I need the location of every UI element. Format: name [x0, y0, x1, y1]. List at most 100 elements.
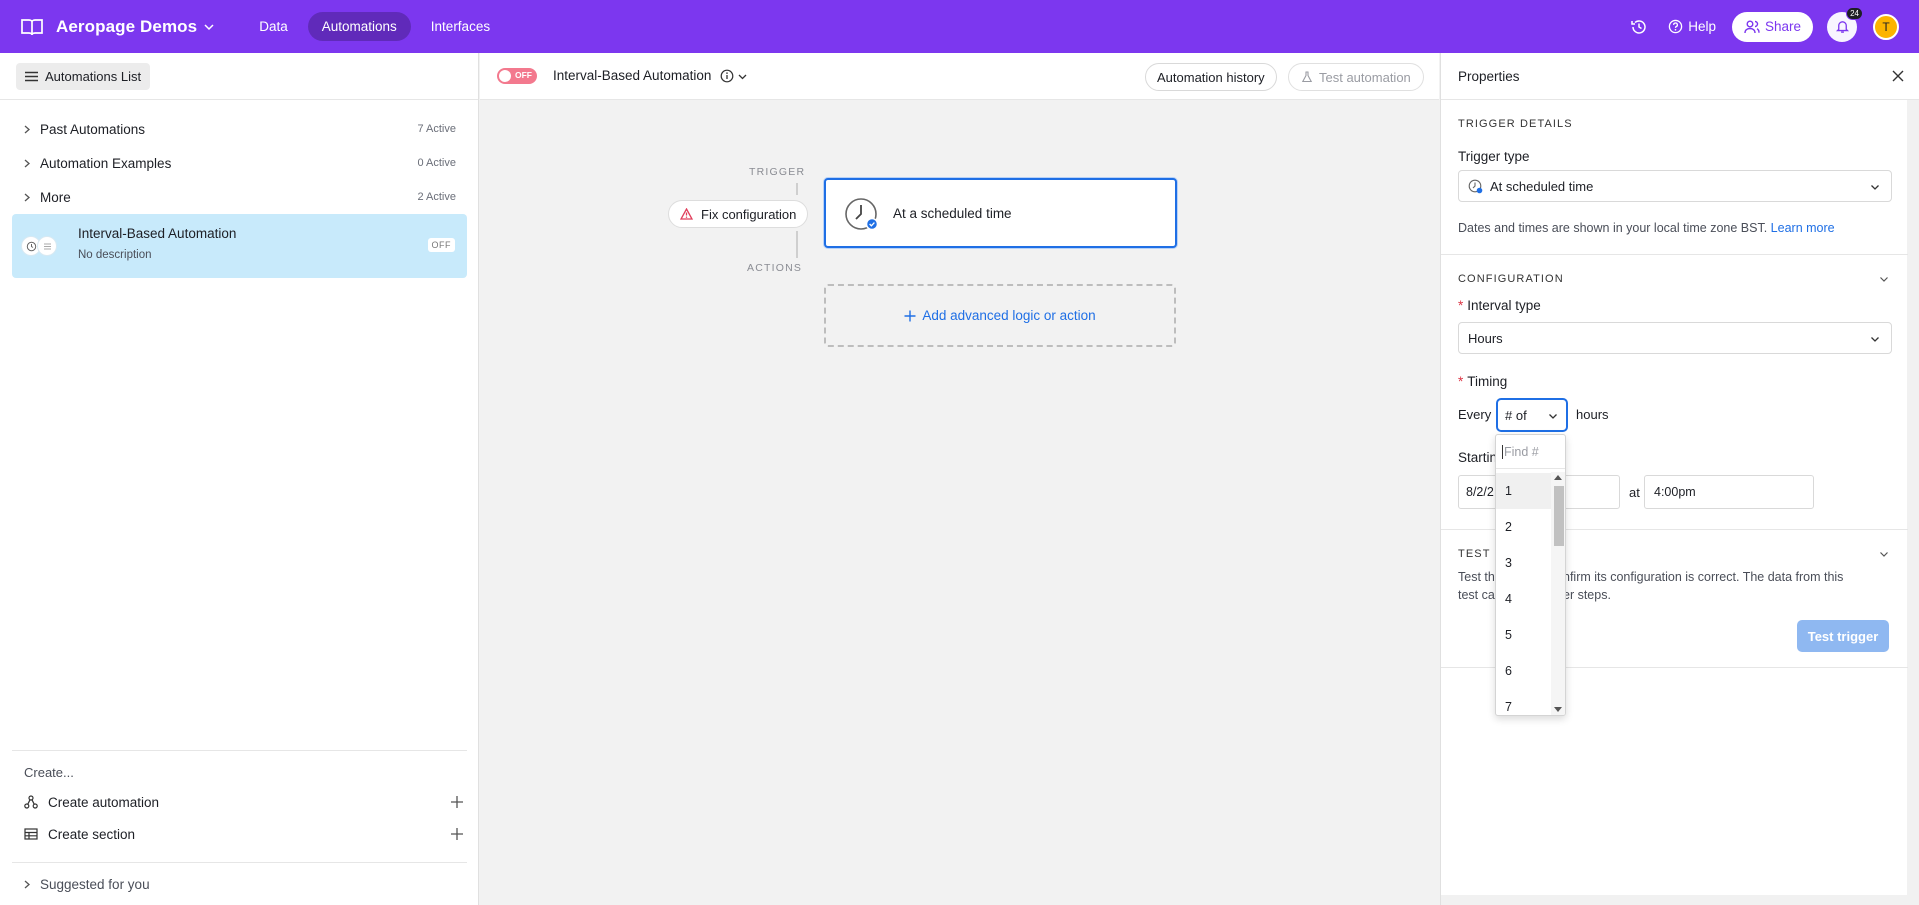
chevron-down-icon: [1549, 414, 1557, 419]
at-label: at: [1629, 485, 1640, 500]
fix-configuration-label: Fix configuration: [701, 206, 797, 222]
trigger-details-heading: TRIGGER DETAILS: [1458, 118, 1573, 130]
flow-connector: [796, 231, 798, 258]
top-right-actions: Help Share 24 T: [1630, 0, 1899, 53]
add-action-button[interactable]: Add advanced logic or action: [824, 284, 1176, 347]
trigger-type-value: At scheduled time: [1490, 178, 1594, 194]
table-icon: [24, 828, 38, 840]
section-more[interactable]: More 2 Active: [22, 184, 456, 210]
section-count: 7 Active: [417, 123, 456, 135]
create-section-label: Create section: [48, 826, 136, 842]
every-label: Every: [1458, 407, 1492, 422]
chevron-down-icon[interactable]: [1879, 549, 1889, 559]
automation-history-button[interactable]: Automation history: [1145, 63, 1277, 91]
configuration-heading: CONFIGURATION: [1458, 273, 1564, 285]
trigger-card[interactable]: At a scheduled time: [824, 178, 1177, 248]
interval-type-label-text: Interval type: [1467, 298, 1541, 313]
interval-type-select[interactable]: Hours: [1458, 322, 1892, 354]
create-automation-button[interactable]: Create automation: [24, 790, 464, 814]
suggested-for-you[interactable]: Suggested for you: [12, 862, 467, 905]
dropdown-search-placeholder: Find #: [1504, 444, 1539, 459]
dropdown-option[interactable]: 7: [1496, 689, 1552, 715]
clock-icon: [845, 198, 878, 231]
main-nav: Data Automations Interfaces: [245, 12, 510, 41]
vertical-scrollbar[interactable]: [1907, 100, 1919, 895]
tab-automations[interactable]: Automations: [307, 12, 411, 41]
chevron-down-icon[interactable]: [738, 72, 747, 81]
dropdown-option[interactable]: 2: [1496, 509, 1552, 545]
text-caret: [1502, 444, 1503, 459]
test-automation-label: Test automation: [1319, 69, 1411, 85]
horizontal-scrollbar[interactable]: [1441, 895, 1919, 905]
automation-icon: [24, 795, 38, 809]
toggle-knob: [499, 70, 511, 82]
scroll-up-icon[interactable]: [1554, 475, 1562, 480]
tab-data[interactable]: Data: [245, 12, 302, 41]
dropdown-option[interactable]: 4: [1496, 581, 1552, 617]
timezone-hint-text: Dates and times are shown in your local …: [1458, 221, 1768, 235]
interval-count-value: # of: [1505, 407, 1527, 423]
test-trigger-button[interactable]: Test trigger: [1797, 620, 1889, 652]
create-area: Create... Create automation Create secti…: [12, 750, 467, 842]
automation-step-icons: [21, 236, 57, 256]
toggle-label: OFF: [515, 70, 532, 80]
dropdown-option[interactable]: 3: [1496, 545, 1552, 581]
share-button[interactable]: Share: [1731, 11, 1813, 42]
automations-sidebar: Automations List Past Automations 7 Acti…: [0, 53, 479, 905]
trigger-type-select[interactable]: At scheduled time: [1458, 170, 1892, 202]
test-desc-part: test ca: [1458, 588, 1495, 602]
section-label: Past Automations: [40, 121, 146, 137]
help-button[interactable]: Help: [1668, 19, 1716, 34]
automation-item-selected[interactable]: Interval-Based Automation No description…: [12, 214, 467, 278]
notifications-button[interactable]: 24: [1827, 6, 1863, 42]
plus-icon: [904, 310, 916, 321]
plus-icon: [451, 828, 463, 840]
create-section-button[interactable]: Create section: [24, 822, 464, 846]
chevron-down-icon: [1871, 337, 1879, 342]
learn-more-link[interactable]: Learn more: [1771, 221, 1835, 235]
share-label: Share: [1764, 19, 1801, 34]
clock-icon: [1468, 179, 1483, 193]
automation-name[interactable]: Interval-Based Automation: [553, 68, 711, 83]
trigger-card-label: At a scheduled time: [893, 206, 1012, 221]
properties-header: Properties: [1441, 53, 1919, 100]
users-icon: [1744, 20, 1760, 33]
section-past-automations[interactable]: Past Automations 7 Active: [22, 116, 456, 142]
trigger-type-label: Trigger type: [1458, 149, 1530, 164]
dropdown-option[interactable]: 1: [1496, 473, 1552, 509]
automations-list-button[interactable]: Automations List: [16, 62, 151, 90]
history-icon[interactable]: [1630, 18, 1648, 36]
scroll-down-icon[interactable]: [1554, 707, 1562, 712]
test-desc-part: confirm its configuration is correct. Th…: [1549, 570, 1844, 584]
section-automation-examples[interactable]: Automation Examples 0 Active: [22, 150, 456, 176]
canvas-header: OFF Interval-Based Automation Automation…: [480, 53, 1439, 100]
divider: [1441, 254, 1908, 255]
sidebar-header: Automations List: [0, 53, 478, 100]
list-icon: [37, 236, 57, 256]
starting-label: Startin: [1458, 450, 1498, 465]
hours-label: hours: [1576, 407, 1609, 422]
dropdown-option[interactable]: 6: [1496, 653, 1552, 689]
scroll-thumb[interactable]: [1554, 486, 1564, 546]
close-icon[interactable]: [1892, 70, 1904, 82]
add-action-label: Add advanced logic or action: [922, 308, 1096, 323]
brand[interactable]: Aeropage Demos: [20, 17, 215, 37]
info-icon[interactable]: [720, 69, 734, 83]
automation-toggle[interactable]: OFF: [497, 68, 537, 84]
start-time-input[interactable]: 4:00pm: [1644, 475, 1814, 509]
avatar[interactable]: T: [1873, 13, 1899, 40]
create-automation-label: Create automation: [48, 794, 160, 810]
dropdown-scrollbar[interactable]: [1551, 472, 1565, 715]
dropdown-search-input[interactable]: Find #: [1496, 435, 1565, 469]
interval-count-dropdown: Find # 1 2 3 4 5 6 7: [1495, 434, 1566, 716]
interval-count-select[interactable]: # of: [1496, 398, 1568, 432]
section-count: 2 Active: [417, 191, 456, 203]
section-count: 0 Active: [417, 157, 456, 169]
chevron-down-icon[interactable]: [1879, 274, 1889, 284]
fix-configuration-button[interactable]: Fix configuration: [668, 200, 809, 228]
base-name: Aeropage Demos: [56, 16, 198, 36]
tab-interfaces[interactable]: Interfaces: [417, 12, 504, 41]
dropdown-option[interactable]: 5: [1496, 617, 1552, 653]
top-bar: Aeropage Demos Data Automations Interfac…: [0, 0, 1919, 53]
test-automation-button[interactable]: Test automation: [1288, 63, 1424, 91]
